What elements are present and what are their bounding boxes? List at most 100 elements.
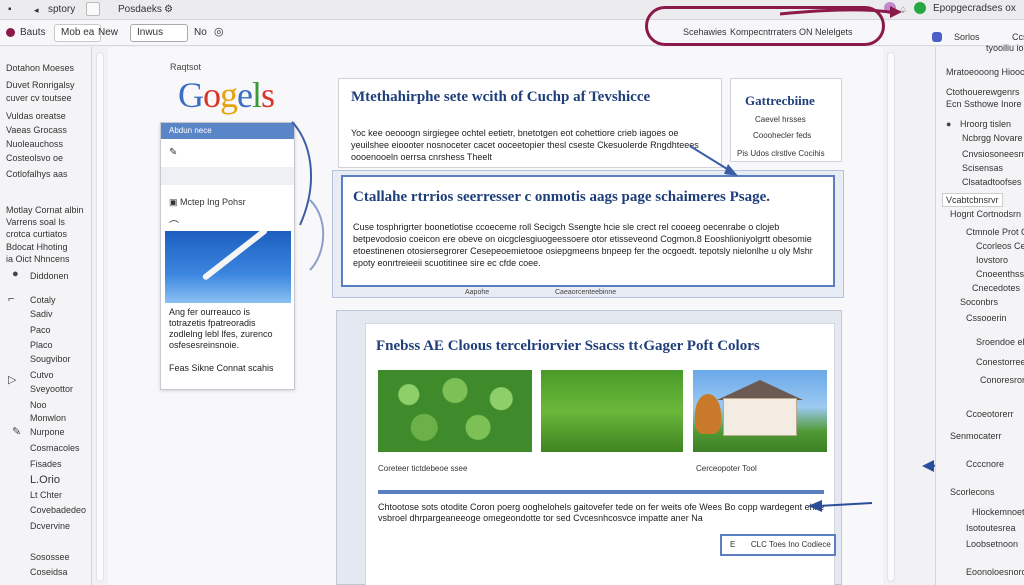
sidebar-item[interactable]: Motlay Cornat albin xyxy=(6,205,84,215)
panel-item[interactable]: tyooiliu ioerd xyxy=(986,43,1024,53)
oval-label-mid[interactable]: Kompecntrraters ON xyxy=(730,27,813,37)
search-card[interactable]: Ctallahe rtrrios seerresser c onmotis aa… xyxy=(332,170,844,298)
tab-history[interactable]: sptory xyxy=(48,3,75,17)
panel-item[interactable]: Senmocaterr xyxy=(950,431,1002,441)
curve-icon: ⌒ xyxy=(169,221,179,232)
no-label: No xyxy=(194,27,207,38)
category-card[interactable]: Gattrecbiine Caevel hrsses Cooohecler fe… xyxy=(730,78,842,162)
broccoli-image[interactable] xyxy=(378,370,532,452)
new-tab-icon[interactable] xyxy=(86,2,100,16)
panel-item[interactable]: Hlockemnoeta xyxy=(972,507,1024,517)
help-icon[interactable]: ◎ xyxy=(214,25,224,38)
code-button-label: CLC Toes Ino Codiece xyxy=(750,540,831,549)
back-button[interactable]: Bauts xyxy=(20,27,46,38)
sidebar-item[interactable]: Paco xyxy=(30,325,51,335)
panel-item[interactable]: Eoonoloesnoroo xyxy=(966,567,1024,577)
sidebar-item[interactable]: Duvet Ronrigalsy xyxy=(6,80,75,90)
address-text[interactable]: Epopgecradses ox xyxy=(933,3,1016,14)
panel-item[interactable]: Ecn Ssthowe Inore xyxy=(946,99,1022,109)
arrowhead-right-panel xyxy=(922,460,934,472)
sidebar-item[interactable]: Sosossee xyxy=(30,552,70,562)
sidebar-item[interactable]: Covebadedeo xyxy=(30,505,86,515)
sidebar-item[interactable]: Bdocat Hhoting xyxy=(6,242,68,252)
sidebar-item[interactable]: Varrens soal ls xyxy=(6,217,65,227)
tab-podcasts[interactable]: Posdaeks xyxy=(118,3,162,17)
panel-item[interactable]: Isotoutesrea xyxy=(966,523,1016,533)
panel-item[interactable]: Iovstoro xyxy=(976,255,1008,265)
panel-item[interactable]: Hognt Cortnodsrn xyxy=(950,209,1021,219)
sidebar-item[interactable]: Cotaly xyxy=(30,295,56,305)
panel-item[interactable]: Scisensas xyxy=(962,163,1003,173)
panel-title[interactable]: Sorlos xyxy=(954,32,980,42)
left-scrollbar[interactable] xyxy=(96,52,104,582)
panel-item[interactable]: Clsatadtoofses xyxy=(962,177,1022,187)
right-scrollbar[interactable] xyxy=(887,52,895,582)
view-select[interactable]: Inwus xyxy=(130,24,188,42)
sidebar-item[interactable]: Cotlofalhys aas xyxy=(6,169,68,179)
panel-item[interactable]: Loobsetnoon xyxy=(966,539,1018,549)
new-button[interactable]: New xyxy=(98,27,118,38)
panel-item[interactable]: Vcabtcbnsrvr xyxy=(942,193,1003,207)
sidebar-item[interactable]: Noo xyxy=(30,400,47,410)
play-icon[interactable]: ▷ xyxy=(8,373,16,386)
headline-card[interactable]: Mtethahirphe sete wcith of Cuchp af Tevs… xyxy=(338,78,722,168)
sidebar-item[interactable]: Coseidsa xyxy=(30,567,68,577)
sidebar-item[interactable]: Cutvo xyxy=(30,370,54,380)
panel-title-2[interactable]: Ccssrsodn xyxy=(1012,32,1024,42)
sidebar-item[interactable]: cuver cv toutsee xyxy=(6,93,72,103)
card-footer[interactable]: Feas Sikne Connat scahis xyxy=(169,363,289,374)
oval-label-right[interactable]: Nelelgets xyxy=(815,27,853,37)
panel-item[interactable]: Ccoeotorerr xyxy=(966,409,1014,419)
oval-label-left[interactable]: Scehawies xyxy=(683,27,727,37)
panel-item[interactable]: Ctmnole Prot Cratetrs xyxy=(966,227,1024,237)
colors-card[interactable]: Fnebss AE Cloous tercelriorvier Ssacss t… xyxy=(336,310,842,585)
panel-item[interactable]: Conoresrorons xyxy=(980,375,1024,385)
profile-icon[interactable] xyxy=(884,2,896,14)
panel-item[interactable]: Mratoeooong Hioocke xyxy=(946,67,1024,77)
sidebar-item[interactable]: Fisades xyxy=(30,459,62,469)
menu-icon[interactable]: ▪ xyxy=(8,3,12,17)
sidebar-item[interactable]: Dotahon Moeses xyxy=(6,63,74,73)
house-image[interactable] xyxy=(693,370,827,452)
sidebar-item[interactable]: Nuoleauchoss xyxy=(6,139,63,149)
panel-item[interactable]: Ctothouerewgenrs xyxy=(946,87,1020,97)
settings-icon[interactable]: ⚙ xyxy=(164,3,173,17)
panel-item[interactable]: Ccorleos Cevs xyxy=(976,241,1024,251)
panel-item[interactable]: Scorlecons xyxy=(950,487,995,497)
colors-card-text: Chtootose sots otodite Coron poerg ooghe… xyxy=(378,502,825,523)
sidebar-item[interactable]: Cosmacoles xyxy=(30,443,80,453)
panel-item[interactable]: Sroendoe elcy xyxy=(976,337,1024,347)
sidebar-item[interactable]: Sadiv xyxy=(30,309,53,319)
sidebar-item[interactable]: Costeolsvo oe xyxy=(6,153,63,163)
panel-item[interactable]: Ccccnore xyxy=(966,459,1004,469)
panel-item[interactable]: Cnvsiosoneesnw xyxy=(962,149,1024,159)
panel-item[interactable]: Hroorg tislen xyxy=(960,119,1011,129)
panel-item[interactable]: Soconbrs xyxy=(960,297,998,307)
sidebar-item[interactable]: Lt Chter xyxy=(30,490,62,500)
sidebar-item[interactable]: Sougvibor xyxy=(30,354,71,364)
sidebar-item[interactable]: Placo xyxy=(30,340,53,350)
grass-image[interactable] xyxy=(541,370,683,452)
image-caption: Cerceopoter Tool xyxy=(696,464,757,473)
sidebar-item[interactable]: Dcvervine xyxy=(30,521,70,531)
sidebar-item[interactable]: ia Oict Nhncens xyxy=(6,254,70,264)
sidebar-item[interactable]: Nurpone xyxy=(30,427,65,437)
panel-item[interactable]: Cssooerin xyxy=(966,313,1007,323)
sidebar-item[interactable]: Vaeas Grocass xyxy=(6,125,67,135)
panel-item[interactable]: Ncbrgg Novare xyxy=(962,133,1023,143)
sidebar-item[interactable]: Diddonen xyxy=(30,271,69,281)
panel-item[interactable]: Conestorreeenc xyxy=(976,357,1024,367)
sidebar-item[interactable]: Vuldas oreatse xyxy=(6,111,66,121)
mode-button[interactable]: Mob ea xyxy=(54,24,102,42)
sidebar-item[interactable]: Monwlon xyxy=(30,413,66,423)
sidebar-item[interactable]: Sveyoottor xyxy=(30,384,73,394)
sidebar-item[interactable]: L.Orio xyxy=(30,474,60,486)
panel-item[interactable]: Cnoeenthssoce xyxy=(976,269,1024,279)
panel-item[interactable]: Cnecedotes xyxy=(972,283,1020,293)
code-button[interactable]: E CLC Toes Ino Codiece xyxy=(720,534,836,556)
back-icon[interactable]: ◂ xyxy=(34,3,39,17)
preview-card[interactable]: Abdun nece ✎ ▣ Mctep Ing Pohsr ⌒ Ang fer… xyxy=(160,122,295,390)
sidebar-item[interactable]: crotca curtiatos xyxy=(6,229,67,239)
bullet-icon: ● xyxy=(946,119,952,129)
extension-icon[interactable]: ♤ xyxy=(899,3,907,17)
